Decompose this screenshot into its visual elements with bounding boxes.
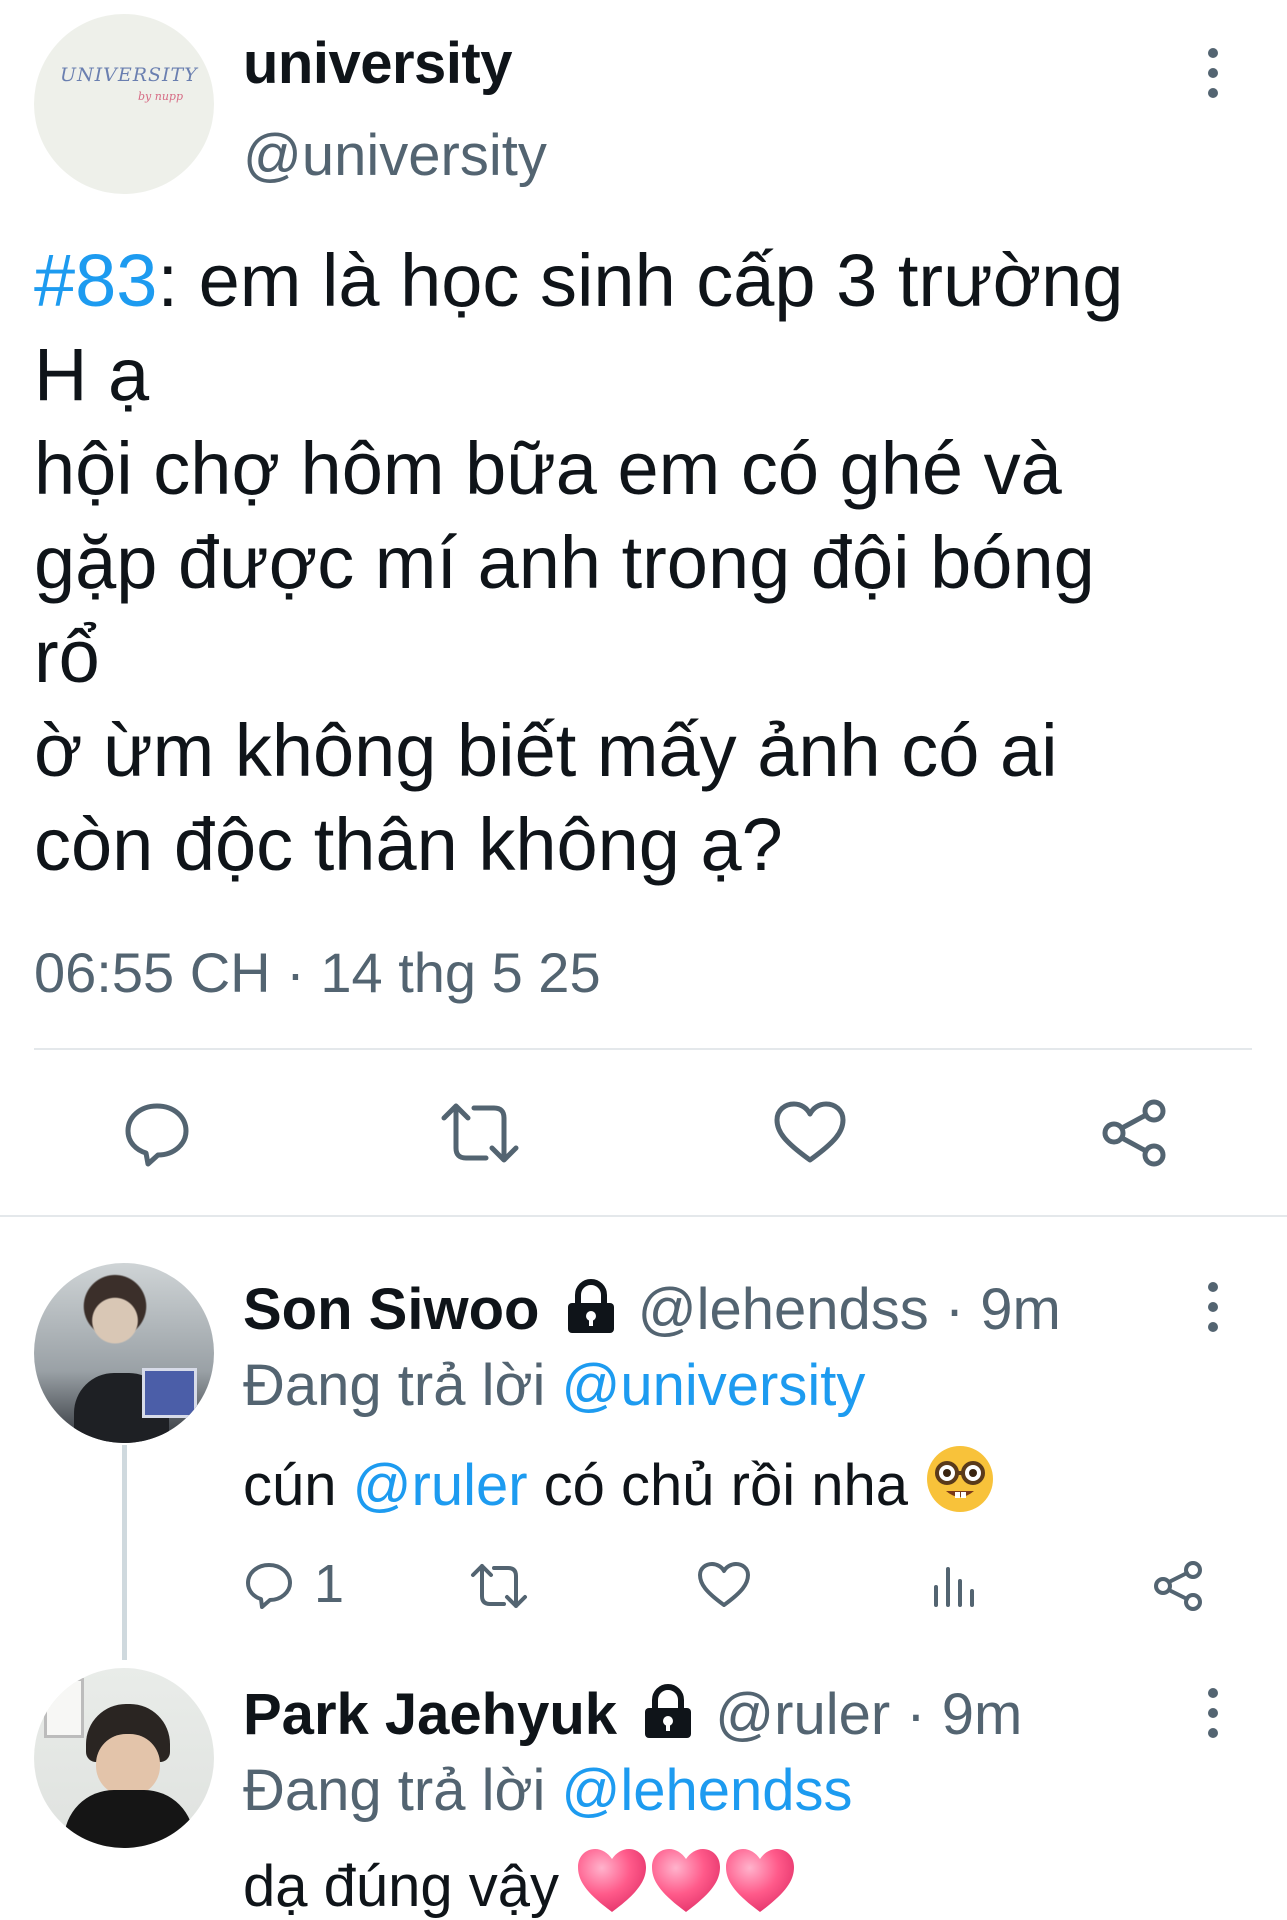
reply-icon[interactable] xyxy=(122,1098,192,1168)
tweet-timestamp[interactable]: 06:55 CH · 14 thg 5 25 xyxy=(34,940,601,1005)
ruler-avatar[interactable] xyxy=(34,1668,214,1848)
reply-author-name[interactable]: Park Jaehyuk xyxy=(243,1682,617,1747)
like-icon[interactable] xyxy=(773,1100,847,1166)
reply-icon[interactable] xyxy=(244,1560,294,1610)
retweet-icon[interactable] xyxy=(470,1562,528,1610)
replying-to-line: Đang trả lời @lehendss xyxy=(243,1757,853,1824)
reply-text: cún @ruler có chủ rồi nha xyxy=(243,1443,996,1519)
views-icon[interactable] xyxy=(930,1563,976,1609)
reply-author-name[interactable]: Son Siwoo xyxy=(243,1277,539,1342)
reply-text-part: dạ đúng vậy xyxy=(243,1854,576,1919)
lock-icon xyxy=(645,1684,692,1738)
tweet-line-1: : em là học sinh cấp 3 trường xyxy=(157,239,1124,322)
author-handle[interactable]: @university xyxy=(243,122,547,189)
more-options-icon[interactable] xyxy=(1203,48,1223,98)
author-display-name[interactable]: university xyxy=(243,30,513,97)
share-icon[interactable] xyxy=(1152,1560,1204,1612)
replying-prefix: Đang trả lời xyxy=(243,1758,562,1823)
siwoo-avatar[interactable] xyxy=(34,1263,214,1443)
lock-icon xyxy=(567,1279,614,1333)
tweet-line-2: H ạ xyxy=(34,333,150,416)
tweet-text: #83: em là học sinh cấp 3 trường H ạ hội… xyxy=(34,234,1254,892)
tweet-line-3: hội chợ hôm bữa em có ghé và xyxy=(34,427,1062,510)
reply-count: 1 xyxy=(314,1554,345,1614)
reply-text: dạ đúng vậy xyxy=(243,1846,797,1920)
tweet-line-5: rổ xyxy=(34,615,100,698)
tweet-line-4: gặp được mí anh trong đội bóng xyxy=(34,521,1095,604)
pink-hearts-emoji-icon xyxy=(578,1849,795,1912)
thread-connector xyxy=(122,1445,127,1660)
more-options-icon[interactable] xyxy=(1203,1282,1223,1332)
tweet-line-6: ờ ừm không biết mấy ảnh có ai xyxy=(34,709,1058,792)
divider xyxy=(0,1215,1287,1217)
nerd-face-emoji-icon xyxy=(927,1446,994,1512)
reply-handle-time[interactable]: @ruler · 9m xyxy=(715,1682,1022,1747)
hashtag-link[interactable]: #83 xyxy=(34,239,157,322)
retweet-icon[interactable] xyxy=(440,1100,520,1166)
reply-header: Son Siwoo @lehendss · 9m xyxy=(243,1275,1061,1345)
share-icon[interactable] xyxy=(1098,1097,1170,1169)
replying-mention-link[interactable]: @university xyxy=(562,1353,866,1418)
reply-text-part: có chủ rồi nha xyxy=(527,1453,925,1518)
reply-text-part: cún xyxy=(243,1453,353,1518)
mention-link[interactable]: @ruler xyxy=(353,1453,528,1518)
more-options-icon[interactable] xyxy=(1203,1688,1223,1738)
replying-mention-link[interactable]: @lehendss xyxy=(562,1758,853,1823)
reply-header: Park Jaehyuk @ruler · 9m xyxy=(243,1680,1022,1750)
university-avatar[interactable]: UNIVERSITY by nupp xyxy=(34,14,214,194)
avatar-logo-text: UNIVERSITY xyxy=(60,64,198,86)
reply-handle-time[interactable]: @lehendss · 9m xyxy=(638,1277,1061,1342)
tweet-line-7: còn độc thân không ạ? xyxy=(34,803,783,886)
replying-to-line: Đang trả lời @university xyxy=(243,1352,865,1419)
replying-prefix: Đang trả lời xyxy=(243,1353,562,1418)
avatar-logo-sub: by nupp xyxy=(138,90,184,103)
like-icon[interactable] xyxy=(697,1561,751,1609)
divider xyxy=(34,1048,1252,1050)
